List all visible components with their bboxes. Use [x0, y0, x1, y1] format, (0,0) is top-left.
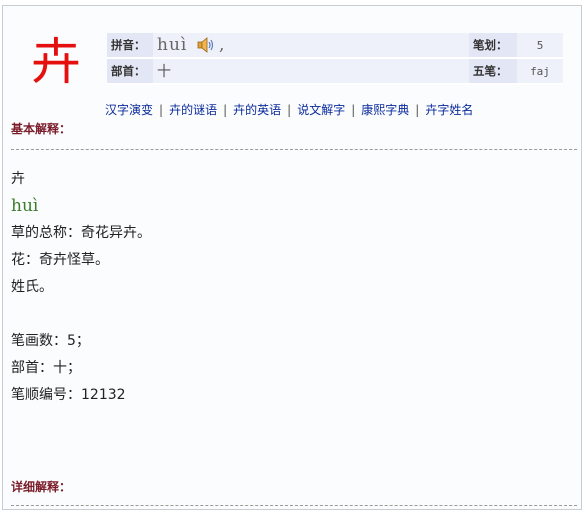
link-english[interactable]: 卉的英语: [233, 103, 281, 117]
entry-char: 卉: [11, 171, 25, 187]
link-separator: |: [351, 103, 356, 117]
stroke-count: 笔画数：5；: [11, 333, 90, 349]
wubi-label: 五笔：: [469, 59, 517, 85]
divider: [11, 505, 577, 506]
definition-line: 花：奇卉怪草。: [11, 252, 109, 268]
link-separator: |: [287, 103, 292, 117]
basic-definition: 卉 huì 草的总称：奇花异卉。 花：奇卉怪草。 姓氏。 笔画数：5； 部首：十…: [11, 166, 151, 409]
radical-line: 部首：十；: [11, 360, 81, 376]
link-separator: |: [159, 103, 164, 117]
basic-heading: 基本解释：: [11, 122, 72, 136]
headword-character: 卉: [31, 33, 81, 91]
pinyin-value: huì: [157, 34, 188, 55]
link-evolution[interactable]: 汉字演变: [105, 103, 153, 117]
pinyin-label: 拼音：: [107, 33, 153, 59]
link-separator: |: [223, 103, 228, 117]
radical-value: 十: [153, 59, 469, 85]
entry-pinyin: huì: [11, 196, 39, 216]
divider: [11, 149, 577, 150]
info-table: 拼音： huì , 笔划： 5 部首： 十 五笔： faj: [107, 33, 563, 85]
dictionary-panel: 卉 拼音： huì , 笔划： 5 部首： 十 五笔： faj 汉字演变 | 卉…: [2, 5, 582, 510]
definition-line: 草的总称：奇花异卉。: [11, 225, 151, 241]
pinyin-cell: huì ,: [153, 33, 469, 59]
link-names[interactable]: 卉字姓名: [425, 103, 473, 117]
strokes-value: 5: [517, 33, 563, 59]
link-kangxi[interactable]: 康熙字典: [361, 103, 409, 117]
strokes-label: 笔划：: [469, 33, 517, 59]
radical-label: 部首：: [107, 59, 153, 85]
link-riddle[interactable]: 卉的谜语: [169, 103, 217, 117]
link-separator: |: [415, 103, 420, 117]
related-links: 汉字演变 | 卉的谜语 | 卉的英语 | 说文解字 | 康熙字典 | 卉字姓名: [105, 101, 473, 118]
wubi-value: faj: [517, 59, 563, 85]
definition-line: 姓氏。: [11, 279, 53, 295]
link-shuowen[interactable]: 说文解字: [297, 103, 345, 117]
pinyin-suffix: ,: [219, 34, 226, 55]
speaker-icon[interactable]: [197, 36, 215, 56]
detail-heading: 详细解释：: [11, 480, 72, 494]
stroke-order: 笔顺编号：12132: [11, 387, 126, 403]
